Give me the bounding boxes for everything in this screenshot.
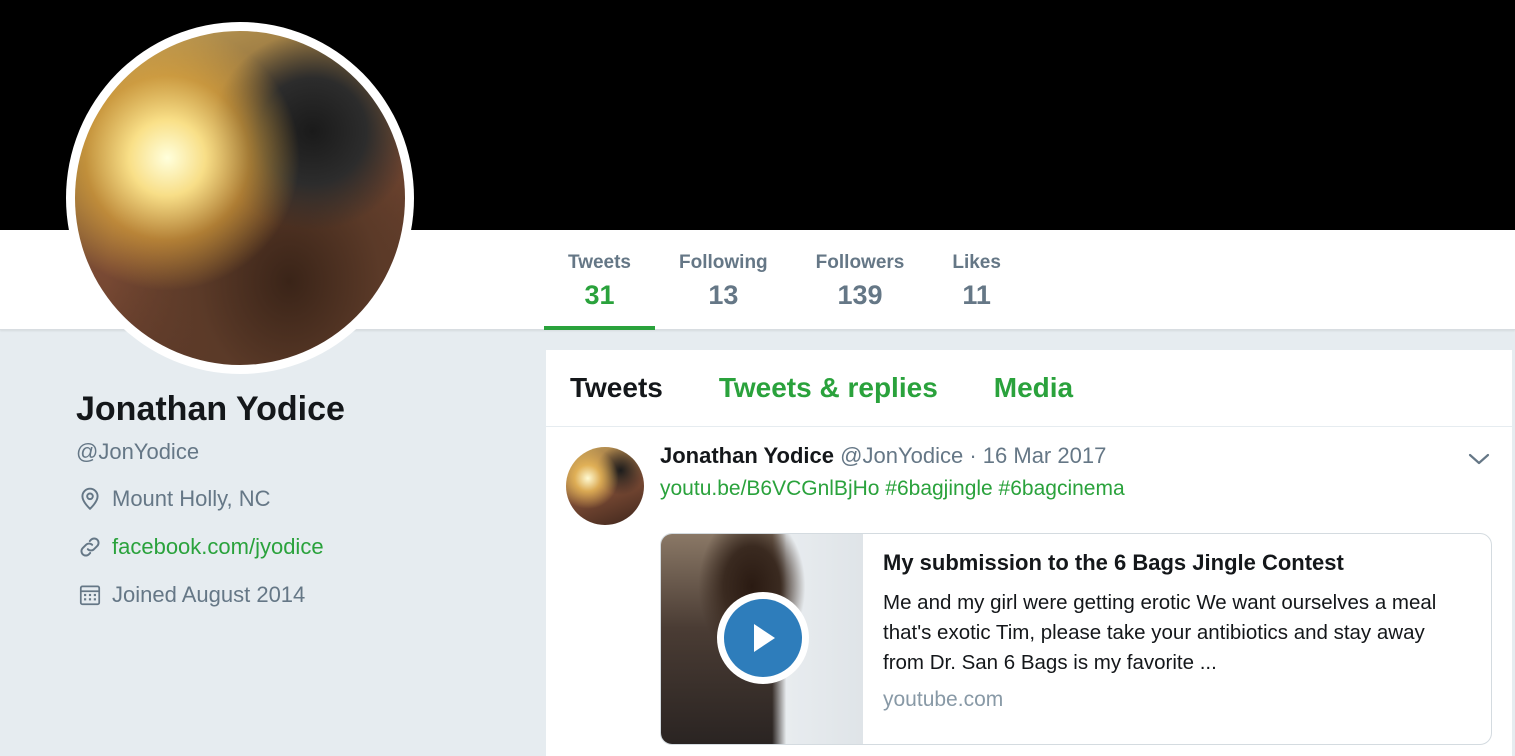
stat-followers-value: 139 <box>837 280 883 310</box>
tweet-text[interactable]: youtu.be/B6VCGnlBjHo #6bagjingle #6bagci… <box>660 477 1492 501</box>
profile-website-link[interactable]: facebook.com/jyodice <box>112 534 324 560</box>
profile-location: Mount Holly, NC <box>76 485 516 513</box>
card-text: My submission to the 6 Bags Jingle Conte… <box>863 534 1491 744</box>
play-button[interactable] <box>717 592 809 684</box>
tweet-author-handle[interactable]: @JonYodice <box>840 443 963 468</box>
stat-likes[interactable]: Likes 11 <box>928 252 1025 330</box>
location-pin-icon <box>76 485 104 513</box>
stat-likes-label: Likes <box>952 252 1001 273</box>
stat-followers-label: Followers <box>815 252 905 273</box>
card-title: My submission to the 6 Bags Jingle Conte… <box>883 550 1344 575</box>
tab-tweets[interactable]: Tweets <box>570 372 663 404</box>
link-icon <box>76 533 104 561</box>
tweet-separator: · <box>969 443 977 468</box>
link-card[interactable]: My submission to the 6 Bags Jingle Conte… <box>660 533 1492 745</box>
tweet-item[interactable]: Jonathan Yodice @JonYodice · 16 Mar 2017… <box>546 427 1512 756</box>
timeline: Tweets Tweets & replies Media Jonathan Y… <box>546 350 1512 756</box>
profile-stats: Tweets 31 Following 13 Followers 139 Lik… <box>544 252 1025 330</box>
profile-joined: Joined August 2014 <box>76 581 516 609</box>
stat-tweets[interactable]: Tweets 31 <box>544 252 656 330</box>
card-description: Me and my girl were getting erotic We wa… <box>883 591 1437 674</box>
tweet-avatar[interactable] <box>566 447 644 525</box>
stat-following-value: 13 <box>708 280 739 310</box>
profile-website: facebook.com/jyodice <box>76 533 516 561</box>
profile-handle[interactable]: @JonYodice <box>76 439 516 465</box>
tab-media[interactable]: Media <box>994 372 1073 404</box>
calendar-icon <box>76 581 104 609</box>
chevron-down-icon[interactable] <box>1466 449 1492 469</box>
stat-followers[interactable]: Followers 139 <box>792 252 929 330</box>
card-domain: youtube.com <box>883 688 1004 711</box>
tweet-author-name[interactable]: Jonathan Yodice <box>660 443 834 468</box>
profile-name[interactable]: Jonathan Yodice <box>76 390 516 429</box>
profile-location-text: Mount Holly, NC <box>112 486 271 511</box>
timeline-tabs: Tweets Tweets & replies Media <box>546 350 1512 427</box>
stat-tweets-value: 31 <box>584 280 615 310</box>
stat-tweets-label: Tweets <box>568 252 632 273</box>
tweet-date[interactable]: 16 Mar 2017 <box>983 443 1107 468</box>
stat-likes-value: 11 <box>962 280 991 310</box>
profile-avatar[interactable] <box>66 22 414 374</box>
profile-avatar-image <box>75 31 405 365</box>
profile-joined-text: Joined August 2014 <box>112 582 306 607</box>
tab-tweets-replies[interactable]: Tweets & replies <box>719 372 938 404</box>
play-icon <box>724 599 802 677</box>
card-thumbnail <box>661 534 863 744</box>
tweet-header: Jonathan Yodice @JonYodice · 16 Mar 2017 <box>660 443 1492 469</box>
tweet-body: Jonathan Yodice @JonYodice · 16 Mar 2017… <box>660 443 1492 745</box>
stat-following-label: Following <box>679 252 768 273</box>
stat-following[interactable]: Following 13 <box>655 252 792 330</box>
profile-card: Jonathan Yodice @JonYodice Mount Holly, … <box>76 390 516 609</box>
